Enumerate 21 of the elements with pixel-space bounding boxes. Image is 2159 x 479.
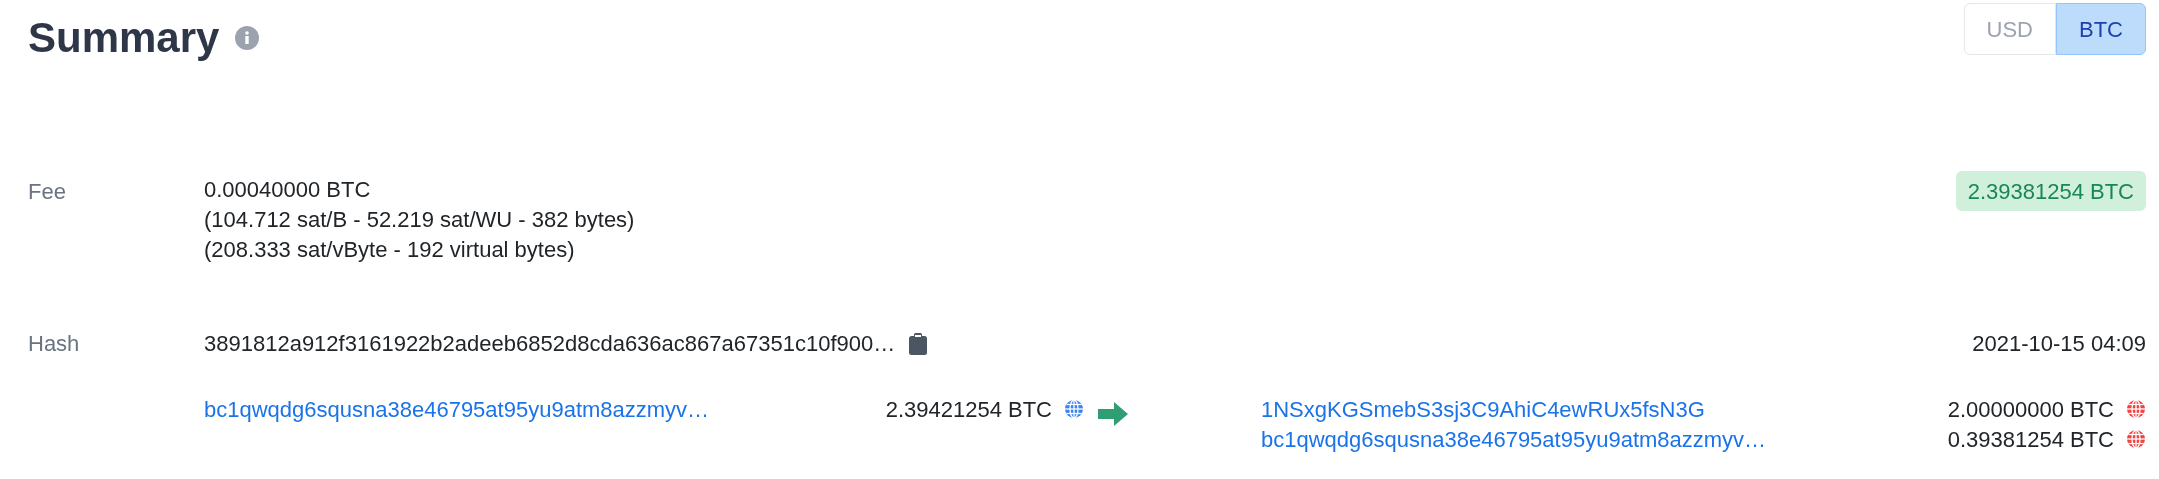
total-amount-badge: 2.39381254 BTC xyxy=(1955,171,2146,211)
globe-icon[interactable] xyxy=(1064,399,1084,419)
globe-icon[interactable] xyxy=(2126,399,2146,419)
amount-text: 2.00000000 BTC xyxy=(1947,395,2114,424)
globe-icon[interactable] xyxy=(2126,429,2146,449)
amount-text: 2.39421254 BTC xyxy=(885,395,1052,424)
page-title: Summary xyxy=(28,13,220,63)
fee-text: (208.333 sat/vByte - 192 virtual bytes) xyxy=(204,236,576,264)
hash-text: 3891812a912f3161922b2adeeb6852d8cda636ac867a67351c10f900… xyxy=(204,330,896,358)
hash-label: Hash xyxy=(28,330,81,358)
currency-toggle-button[interactable]: USD xyxy=(1963,3,2056,55)
amount-text: 0.39381254 BTC xyxy=(1947,425,2114,454)
currency-toggle-button[interactable]: BTC xyxy=(2056,3,2146,55)
fee-label: Fee xyxy=(28,178,67,206)
arrow-right-icon xyxy=(1098,402,1128,426)
fee-text: 0.00040000 BTC xyxy=(204,176,372,204)
timestamp-text: 2021-10-15 04:09 xyxy=(1972,330,2146,358)
fee-text: (104.712 sat/B - 52.219 sat/WU - 382 bytes) xyxy=(204,206,635,234)
clipboard-icon[interactable] xyxy=(909,332,928,355)
address-link[interactable]: bc1qwqdg6squsna38e46795at95yu9atm8azzmyv… xyxy=(204,392,710,426)
info-icon[interactable] xyxy=(235,25,260,50)
